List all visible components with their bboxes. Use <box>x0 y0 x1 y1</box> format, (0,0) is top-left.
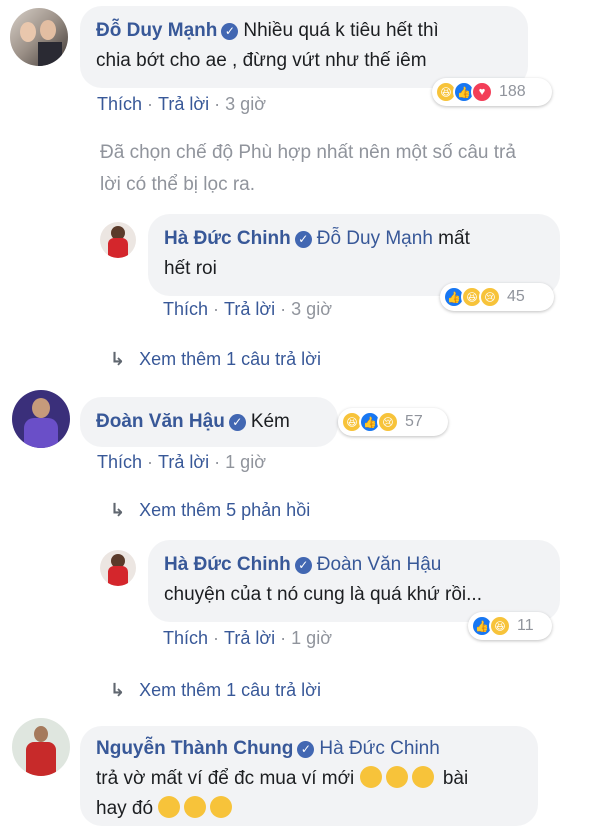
comment-time[interactable]: 3 giờ <box>291 299 332 319</box>
reaction-count: 188 <box>499 83 526 100</box>
rolling-laughing-icon <box>184 796 207 818</box>
comment-author[interactable]: Đoàn Văn Hậu <box>96 411 225 432</box>
comment-author[interactable]: Hà Đức Chinh <box>164 554 291 575</box>
reaction-count: 57 <box>405 413 423 430</box>
avatar-ha-duc-chinh[interactable] <box>100 222 136 258</box>
comment-text-line3: hay đó <box>96 798 154 819</box>
comment-time[interactable]: 1 giờ <box>225 452 266 472</box>
verified-icon: ✓ <box>294 557 312 574</box>
reply-link[interactable]: Trả lời <box>158 452 209 472</box>
comment-text-line2: chia bớt cho ae , đừng vứt như thế iêm <box>96 50 427 71</box>
thinking-face-icon <box>359 766 382 788</box>
comment-text-line2: trả vờ mất ví để đc mua ví mới <box>96 768 355 789</box>
avatar-ha-duc-chinh[interactable] <box>100 550 136 586</box>
sad-icon: 😢 <box>377 411 399 433</box>
reply-arrow-icon: ↳ <box>110 680 126 700</box>
love-icon: ♥ <box>471 81 493 103</box>
reaction-summary[interactable]: 👍 😆 😢 45 <box>440 283 554 311</box>
mention-link[interactable]: Hà Đức Chinh <box>319 738 439 759</box>
comment-text: mất <box>438 228 470 249</box>
reaction-summary[interactable]: 😆 👍 ♥ 188 <box>432 78 552 106</box>
thinking-face-icon <box>411 766 434 788</box>
reaction-count: 11 <box>517 617 534 634</box>
comment-author[interactable]: Nguyễn Thành Chung <box>96 738 293 759</box>
comment-time[interactable]: 1 giờ <box>291 628 332 648</box>
comment-time[interactable]: 3 giờ <box>225 94 266 114</box>
view-more-replies-link[interactable]: ↳ Xem thêm 1 câu trả lời <box>110 349 321 370</box>
reaction-count: 45 <box>507 288 525 305</box>
comment-text: Kém <box>250 411 290 432</box>
like-link[interactable]: Thích <box>97 452 142 472</box>
comment-text-line2-end: bài <box>442 768 469 789</box>
like-link[interactable]: Thích <box>97 94 142 114</box>
reply-bubble-2: Hà Đức Chinh ✓ Đoàn Văn Hậu chuyện của t n… <box>148 540 560 622</box>
comment-actions: Thích · Trả lời · 1 giờ <box>97 452 266 472</box>
avatar-do-duy-manh[interactable] <box>10 8 68 66</box>
like-link[interactable]: Thích <box>163 299 208 319</box>
avatar-doan-van-hau[interactable] <box>12 390 70 448</box>
reply-link[interactable]: Trả lời <box>158 94 209 114</box>
comment-author[interactable]: Hà Đức Chinh <box>164 228 291 249</box>
reply-link[interactable]: Trả lời <box>224 628 275 648</box>
like-link[interactable]: Thích <box>163 628 208 648</box>
comment-text-line2: hết roi <box>164 258 217 279</box>
reply-arrow-icon: ↳ <box>110 500 126 520</box>
mention-link[interactable]: Đoàn Văn Hậu <box>317 554 442 575</box>
mention-link[interactable]: Đỗ Duy Mạnh <box>317 228 433 249</box>
reaction-summary[interactable]: 😆 👍 😢 57 <box>338 408 448 436</box>
rolling-laughing-icon <box>210 796 233 818</box>
view-more-replies-link[interactable]: ↳ Xem thêm 5 phản hồi <box>110 500 310 521</box>
comment-author[interactable]: Đỗ Duy Mạnh <box>96 20 217 41</box>
rolling-laughing-icon <box>158 796 181 818</box>
verified-icon: ✓ <box>228 414 246 431</box>
avatar-nguyen-thanh-chung[interactable] <box>12 718 70 776</box>
verified-icon: ✓ <box>221 23 239 40</box>
comment-bubble-1: Đỗ Duy Mạnh ✓ Nhiều quá k tiêu hết thì chi… <box>80 6 528 88</box>
comment-text: Nhiều quá k tiêu hết thì <box>243 20 439 41</box>
comment-bubble-2: Đoàn Văn Hậu ✓ Kém <box>80 397 338 447</box>
haha-icon: 😆 <box>489 615 511 637</box>
reply-link[interactable]: Trả lời <box>224 299 275 319</box>
comment-actions: Thích · Trả lời · 3 giờ <box>97 94 266 114</box>
comment-actions: Thích · Trả lời · 1 giờ <box>163 628 332 648</box>
filter-note: Đã chọn chế độ Phù hợp nhất nên một số c… <box>100 142 516 195</box>
view-more-replies-link[interactable]: ↳ Xem thêm 1 câu trả lời <box>110 680 321 701</box>
comment-actions: Thích · Trả lời · 3 giờ <box>163 299 332 319</box>
verified-icon: ✓ <box>294 231 312 248</box>
comment-text-line2: chuyện của t nó cung là quá khứ rồi... <box>164 584 482 605</box>
comment-bubble-3: Nguyễn Thành Chung ✓ Hà Đức Chinh trả vờ m… <box>80 726 538 826</box>
thinking-face-icon <box>385 766 408 788</box>
reply-arrow-icon: ↳ <box>110 349 126 369</box>
sad-icon: 😢 <box>479 286 501 308</box>
verified-icon: ✓ <box>297 741 315 758</box>
reaction-summary[interactable]: 👍 😆 11 <box>468 612 552 640</box>
